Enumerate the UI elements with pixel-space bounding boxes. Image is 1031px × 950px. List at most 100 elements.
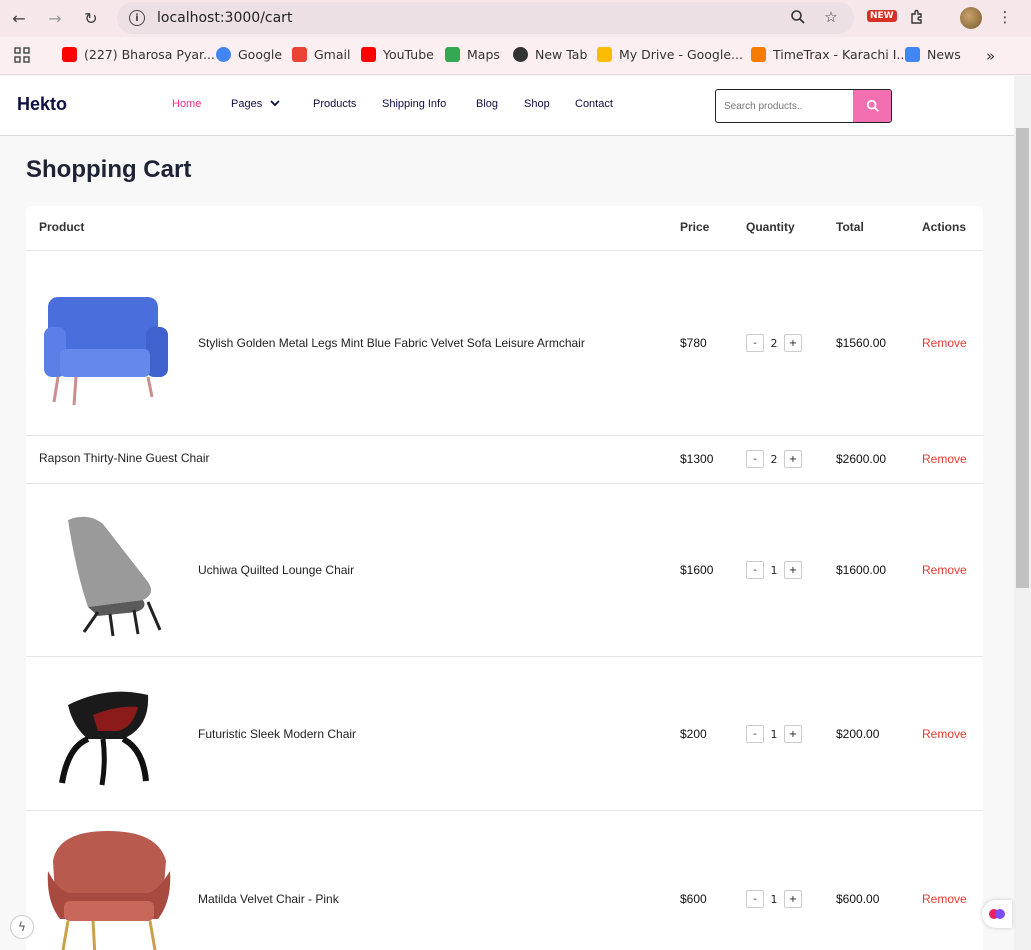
bookmark-news[interactable]: News — [905, 47, 961, 62]
bookmark-new-tab[interactable]: New Tab — [513, 47, 587, 62]
cart-row: Matilda Velvet Chair - Pink $600 - 1 + $… — [26, 810, 983, 950]
line-total: $200.00 — [836, 727, 880, 741]
profile-avatar[interactable] — [960, 7, 982, 29]
drive-icon — [597, 47, 612, 62]
nav-pages[interactable]: Pages — [231, 98, 280, 110]
site-header: Hekto Home Pages Products Shipping Info … — [0, 76, 1014, 136]
search-button[interactable] — [853, 90, 891, 122]
search-box — [715, 89, 892, 123]
gmail-icon — [292, 47, 307, 62]
quantity-value: 1 — [770, 563, 778, 577]
browser-toolbar: ← → ↻ i localhost:3000/cart ☆ NEW ⋮ — [0, 0, 1031, 37]
product-image-grey-lounge-chair — [38, 512, 168, 641]
google-icon — [216, 47, 231, 62]
product-name: Matilda Velvet Chair - Pink — [198, 892, 339, 906]
product-image-pink-velvet-chair — [38, 831, 178, 950]
nav-pages-label: Pages — [231, 98, 263, 110]
lightning-icon[interactable]: ϟ — [10, 915, 34, 939]
increase-quantity-button[interactable]: + — [784, 450, 802, 468]
site-info-icon[interactable]: i — [129, 10, 145, 26]
cart-row: Stylish Golden Metal Legs Mint Blue Fabr… — [26, 250, 983, 435]
product-image-black-modern-chair — [38, 687, 168, 791]
bookmark-bharosa[interactable]: (227) Bharosa Pyar... — [62, 47, 215, 62]
cart-row: Uchiwa Quilted Lounge Chair $1600 - 1 + … — [26, 483, 983, 656]
address-bar[interactable]: i localhost:3000/cart — [117, 2, 854, 34]
line-total: $2600.00 — [836, 452, 887, 466]
quantity-stepper: - 1 + — [746, 890, 802, 908]
product-image-blue-armchair — [38, 287, 168, 411]
extensions-icon[interactable] — [908, 8, 926, 26]
bookmark-maps[interactable]: Maps — [445, 47, 500, 62]
nav-blog[interactable]: Blog — [476, 98, 498, 110]
line-total: $600.00 — [836, 892, 880, 906]
remove-button[interactable]: Remove — [922, 892, 967, 906]
search-input[interactable] — [716, 90, 847, 122]
increase-quantity-button[interactable]: + — [784, 334, 802, 352]
zoom-icon[interactable] — [789, 8, 807, 26]
product-price: $780 — [680, 336, 707, 350]
decrease-quantity-button[interactable]: - — [746, 450, 764, 468]
remove-button[interactable]: Remove — [922, 727, 967, 741]
bookmark-google[interactable]: Google — [216, 47, 282, 62]
more-bookmarks-icon[interactable]: » — [986, 47, 995, 65]
bookmark-star-icon[interactable]: ☆ — [822, 8, 840, 26]
column-quantity: Quantity — [746, 220, 795, 234]
globe-icon — [513, 47, 528, 62]
chevron-down-icon — [270, 98, 280, 110]
quantity-stepper: - 2 + — [746, 450, 802, 468]
quantity-value: 1 — [770, 727, 778, 741]
nav-contact[interactable]: Contact — [575, 98, 613, 110]
extension-new-badge[interactable]: NEW — [867, 10, 897, 22]
remove-button[interactable]: Remove — [922, 452, 967, 466]
increase-quantity-button[interactable]: + — [784, 561, 802, 579]
maps-icon — [445, 47, 460, 62]
nav-products[interactable]: Products — [313, 98, 356, 110]
news-icon — [905, 47, 920, 62]
nav-shop[interactable]: Shop — [524, 98, 550, 110]
quantity-stepper: - 2 + — [746, 334, 802, 352]
bookmarks-bar: (227) Bharosa Pyar... Google Gmail YouTu… — [0, 37, 1031, 75]
decrease-quantity-button[interactable]: - — [746, 334, 764, 352]
reload-icon[interactable]: ↻ — [81, 8, 101, 28]
quantity-value: 1 — [770, 892, 778, 906]
bookmark-my-drive[interactable]: My Drive - Google... — [597, 47, 743, 62]
remove-button[interactable]: Remove — [922, 336, 967, 350]
line-total: $1560.00 — [836, 336, 887, 350]
site-logo[interactable]: Hekto — [17, 94, 67, 115]
browser-menu-icon[interactable]: ⋮ — [996, 8, 1014, 26]
increase-quantity-button[interactable]: + — [784, 890, 802, 908]
decrease-quantity-button[interactable]: - — [746, 890, 764, 908]
page-title: Shopping Cart — [26, 156, 192, 183]
cart-row: Rapson Thirty-Nine Guest Chair $1300 - 2… — [26, 435, 983, 483]
search-icon — [866, 99, 879, 112]
product-name: Rapson Thirty-Nine Guest Chair — [39, 451, 210, 465]
page-scrollbar[interactable] — [1014, 76, 1031, 950]
forward-icon[interactable]: → — [45, 8, 65, 28]
product-price: $600 — [680, 892, 707, 906]
bookmark-timetrax[interactable]: TimeTrax - Karachi I... — [751, 47, 908, 62]
nav-shipping-info[interactable]: Shipping Info — [382, 98, 446, 110]
cart-row: Futuristic Sleek Modern Chair $200 - 1 +… — [26, 656, 983, 810]
column-actions: Actions — [922, 220, 967, 234]
page-viewport: Hekto Home Pages Products Shipping Info … — [0, 76, 1014, 950]
brain-extension-icon[interactable] — [982, 900, 1012, 928]
youtube-icon — [62, 47, 77, 62]
bookmark-gmail[interactable]: Gmail — [292, 47, 350, 62]
youtube-icon — [361, 47, 376, 62]
product-name: Stylish Golden Metal Legs Mint Blue Fabr… — [198, 336, 585, 350]
decrease-quantity-button[interactable]: - — [746, 725, 764, 743]
back-icon[interactable]: ← — [9, 8, 29, 28]
nav-home[interactable]: Home — [172, 98, 201, 110]
column-price: Price — [680, 220, 710, 234]
product-price: $1600 — [680, 563, 714, 577]
remove-button[interactable]: Remove — [922, 563, 967, 577]
decrease-quantity-button[interactable]: - — [746, 561, 764, 579]
increase-quantity-button[interactable]: + — [784, 725, 802, 743]
bookmark-youtube[interactable]: YouTube — [361, 47, 434, 62]
scrollbar-thumb[interactable] — [1016, 128, 1029, 588]
column-product: Product — [39, 220, 85, 234]
apps-grid-icon[interactable] — [14, 47, 30, 63]
quantity-value: 2 — [770, 336, 778, 350]
cart-table: Product Price Quantity Total Actions Sty… — [26, 206, 983, 950]
timetrax-icon — [751, 47, 766, 62]
